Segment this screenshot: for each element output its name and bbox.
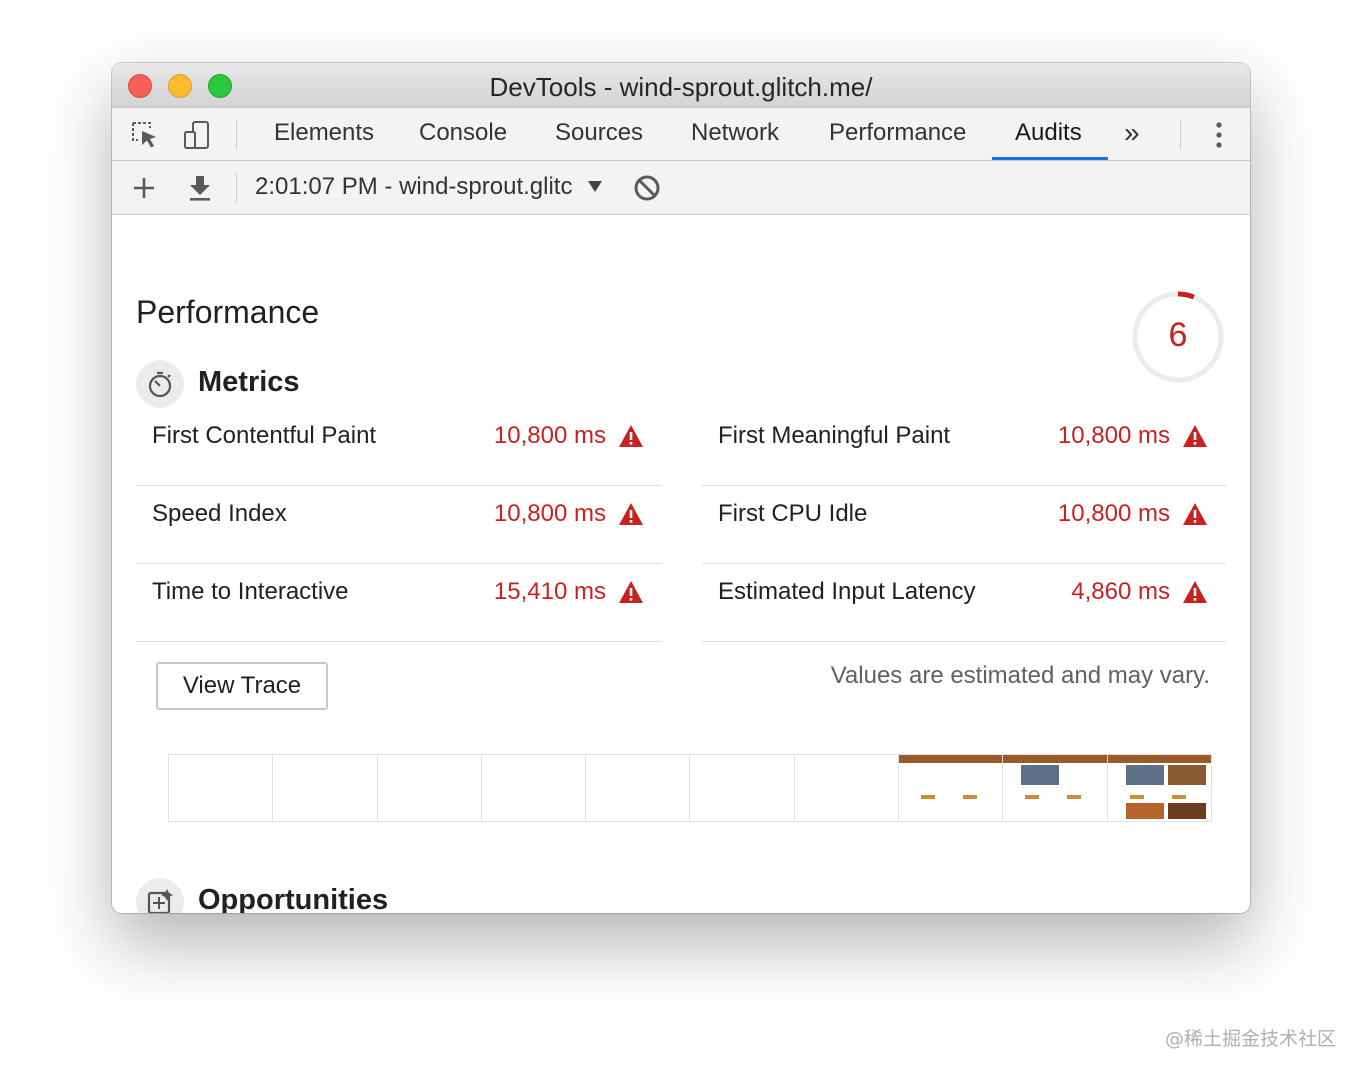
- frame-page-header: [1107, 755, 1211, 763]
- metric-label: First Contentful Paint: [152, 422, 377, 449]
- devtools-toolbar: Elements Console Sources Network Perform…: [112, 108, 1250, 161]
- audits-subbar: 2:01:07 PM - wind-sprout.glitc: [112, 161, 1250, 215]
- frame-button: [963, 795, 978, 799]
- more-overflow-icon[interactable]: »: [1124, 117, 1140, 149]
- filmstrip-frame: [1107, 755, 1211, 821]
- frame-thumbnail-image: [1125, 803, 1164, 819]
- frame-button: [921, 795, 936, 799]
- filmstrip-frame: [899, 755, 1004, 821]
- metric-row: Estimated Input Latency 4,860 ms: [702, 564, 1226, 642]
- opportunities-icon: [147, 889, 173, 913]
- kebab-menu-icon[interactable]: [1204, 120, 1234, 150]
- frame-button: [1025, 795, 1040, 799]
- frame-button: [1171, 795, 1186, 799]
- frame-button: [1129, 795, 1144, 799]
- view-trace-button[interactable]: View Trace: [156, 662, 328, 710]
- filmstrip-frame: [481, 755, 587, 821]
- tab-elements[interactable]: Elements: [274, 119, 374, 147]
- metric-row: Time to Interactive 15,410 ms: [136, 564, 662, 642]
- devtools-window: DevTools - wind-sprout.glitch.me/ Elemen…: [112, 63, 1250, 913]
- toolbar-divider: [236, 120, 237, 150]
- metric-value: 10,800 ms: [493, 500, 606, 527]
- metric-label: Speed Index: [152, 500, 287, 527]
- plus-icon[interactable]: [129, 173, 159, 203]
- warning-triangle-icon: [1183, 503, 1207, 525]
- watermark: @稀土掘金技术社区: [1164, 1028, 1336, 1050]
- warning-triangle-icon: [619, 425, 643, 447]
- filmstrip-frame: [273, 755, 378, 821]
- metric-value: 10,800 ms: [493, 422, 606, 449]
- tab-console[interactable]: Console: [419, 119, 507, 147]
- block-icon[interactable]: [632, 173, 662, 203]
- tab-audits[interactable]: Audits: [1015, 119, 1082, 147]
- title-bar: DevTools - wind-sprout.glitch.me/: [112, 63, 1250, 108]
- tab-sources[interactable]: Sources: [555, 119, 643, 147]
- opportunities-group-title: Opportunities: [198, 884, 389, 913]
- tab-performance[interactable]: Performance: [829, 119, 966, 147]
- metric-row: First Meaningful Paint 10,800 ms: [702, 408, 1226, 486]
- warning-triangle-icon: [1183, 425, 1207, 447]
- frame-thumbnail-image: [1167, 803, 1206, 819]
- metric-label: Estimated Input Latency: [718, 578, 976, 605]
- metric-label: First CPU Idle: [718, 500, 868, 527]
- inspect-element-icon[interactable]: [130, 120, 160, 150]
- window-title: DevTools - wind-sprout.glitch.me/: [489, 72, 873, 102]
- metric-row: First Contentful Paint 10,800 ms: [136, 408, 662, 486]
- metric-label: First Meaningful Paint: [718, 422, 951, 449]
- filmstrip-frame: [1003, 755, 1108, 821]
- warning-triangle-icon: [1183, 581, 1207, 603]
- subbar-divider: [236, 173, 237, 203]
- download-icon[interactable]: [185, 173, 215, 203]
- filmstrip-frame: [377, 755, 482, 821]
- metric-row: First CPU Idle 10,800 ms: [702, 486, 1226, 564]
- stopwatch-icon: [148, 371, 172, 398]
- tab-network[interactable]: Network: [691, 119, 779, 147]
- filmstrip-frame: [690, 755, 795, 821]
- filmstrip: [168, 754, 1212, 822]
- opportunities-group-icon: [136, 878, 184, 913]
- metrics-group-title: Metrics: [198, 366, 300, 398]
- filmstrip-frame: [586, 755, 691, 821]
- frame-thumbnail-image: [1167, 765, 1206, 785]
- metric-row: Speed Index 10,800 ms: [136, 486, 662, 564]
- active-tab-indicator: [992, 157, 1108, 160]
- audit-report: Performance 6 Metrics First Contentful P…: [112, 216, 1250, 913]
- metric-value: 10,800 ms: [1057, 500, 1170, 527]
- metric-value: 15,410 ms: [493, 578, 606, 605]
- frame-thumbnail-image: [1125, 765, 1164, 785]
- frame-thumbnail-image: [1021, 765, 1060, 785]
- device-toolbar-icon[interactable]: [182, 120, 212, 150]
- warning-triangle-icon: [619, 503, 643, 525]
- frame-page-header: [899, 755, 1003, 763]
- score-value: 6: [1168, 316, 1188, 354]
- frame-page-header: [1003, 755, 1107, 763]
- estimate-note: Values are estimated and may vary.: [830, 662, 1210, 689]
- metric-value: 4,860 ms: [1071, 578, 1170, 605]
- metric-label: Time to Interactive: [152, 578, 349, 605]
- metric-value: 10,800 ms: [1057, 422, 1170, 449]
- toolbar-divider: [1180, 120, 1181, 150]
- metrics-group-icon: [136, 360, 184, 408]
- filmstrip-frame: [169, 755, 274, 821]
- report-select[interactable]: 2:01:07 PM - wind-sprout.glitc: [255, 173, 572, 201]
- warning-triangle-icon: [619, 581, 643, 603]
- frame-button: [1067, 795, 1082, 799]
- category-title: Performance: [136, 294, 320, 330]
- filmstrip-frame: [794, 755, 900, 821]
- dropdown-arrow-icon[interactable]: [588, 181, 602, 192]
